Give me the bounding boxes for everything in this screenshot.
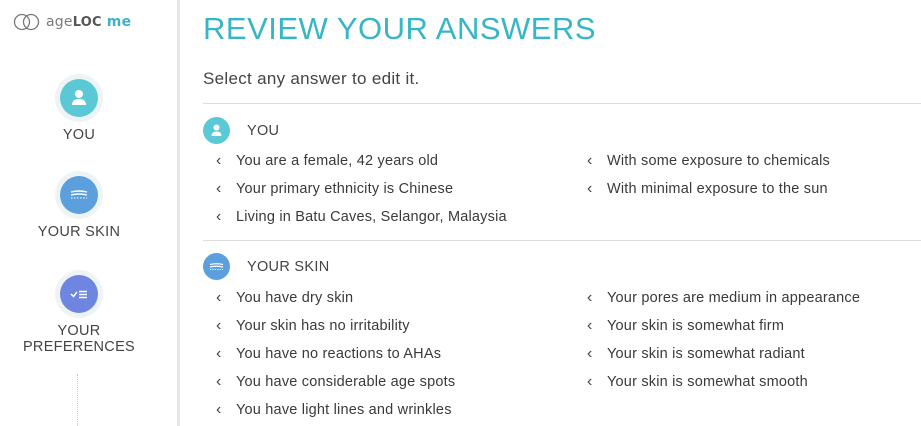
answer-item[interactable]: ‹ Your skin is somewhat firm — [587, 317, 784, 335]
section-header-your-skin[interactable]: YOUR SKIN — [203, 253, 329, 280]
ageloc-me-logo[interactable]: ageLOC me — [12, 12, 131, 32]
chevron-left-icon: ‹ — [587, 373, 593, 390]
answer-item[interactable]: ‹ With minimal exposure to the sun — [587, 180, 828, 198]
chevron-left-icon: ‹ — [216, 317, 222, 334]
main-content: REVIEW YOUR ANSWERS Select any answer to… — [203, 0, 921, 426]
answer-item[interactable]: ‹ You have no reactions to AHAs — [216, 345, 441, 363]
chevron-left-icon: ‹ — [587, 152, 593, 169]
answer-item[interactable]: ‹ Your skin is somewhat smooth — [587, 373, 808, 391]
answer-item[interactable]: ‹ You have dry skin — [216, 289, 353, 307]
chevron-left-icon: ‹ — [216, 208, 222, 225]
answer-item[interactable]: ‹ Your skin is somewhat radiant — [587, 345, 805, 363]
divider — [203, 103, 921, 104]
chevron-left-icon: ‹ — [216, 373, 222, 390]
chevron-left-icon: ‹ — [216, 180, 222, 197]
skin-layers-icon — [203, 253, 230, 280]
answer-item[interactable]: ‹ With some exposure to chemicals — [587, 152, 830, 170]
page-title: REVIEW YOUR ANSWERS — [203, 11, 597, 46]
answer-item[interactable]: ‹ You have considerable age spots — [216, 373, 455, 391]
answer-item[interactable]: ‹ Your pores are medium in appearance — [587, 289, 860, 307]
sidebar-item-label: YOUR SKIN — [37, 224, 121, 240]
answer-item[interactable]: ‹ You are a female, 42 years old — [216, 152, 438, 170]
person-icon — [203, 117, 230, 144]
sidebar-item-label: YOUR PREFERENCES — [22, 323, 136, 355]
chevron-left-icon: ‹ — [587, 180, 593, 197]
divider — [203, 240, 921, 241]
sidebar: ageLOC me YOU YOUR SKIN YOUR PREFERENCES — [0, 0, 178, 426]
chevron-left-icon: ‹ — [587, 289, 593, 306]
sidebar-divider — [177, 0, 180, 426]
chevron-left-icon: ‹ — [216, 289, 222, 306]
answer-item[interactable]: ‹ Living in Batu Caves, Selangor, Malaysi… — [216, 208, 507, 226]
progress-connector — [77, 374, 78, 426]
answer-item[interactable]: ‹ You have light lines and wrinkles — [216, 401, 452, 419]
chevron-left-icon: ‹ — [216, 345, 222, 362]
sidebar-item-your-skin[interactable]: YOUR SKIN — [0, 176, 158, 240]
sidebar-item-label: YOU — [62, 127, 96, 143]
skin-layers-icon — [60, 176, 98, 214]
sidebar-item-your-preferences[interactable]: YOUR PREFERENCES — [0, 275, 158, 355]
section-header-you[interactable]: YOU — [203, 117, 279, 144]
sidebar-item-you[interactable]: YOU — [0, 79, 158, 143]
answer-item[interactable]: ‹ Your primary ethnicity is Chinese — [216, 180, 453, 198]
section-label: YOU — [247, 122, 280, 139]
page-subtitle: Select any answer to edit it. — [203, 69, 420, 88]
person-icon — [60, 79, 98, 117]
chevron-left-icon: ‹ — [587, 317, 593, 334]
answer-item[interactable]: ‹ Your skin has no irritability — [216, 317, 410, 335]
chevron-left-icon: ‹ — [216, 401, 222, 418]
chevron-left-icon: ‹ — [216, 152, 222, 169]
section-label: YOUR SKIN — [247, 258, 330, 275]
chevron-left-icon: ‹ — [587, 345, 593, 362]
logo-mark-icon — [12, 13, 42, 31]
checklist-icon — [60, 275, 98, 313]
logo-text: ageLOC me — [46, 14, 132, 30]
